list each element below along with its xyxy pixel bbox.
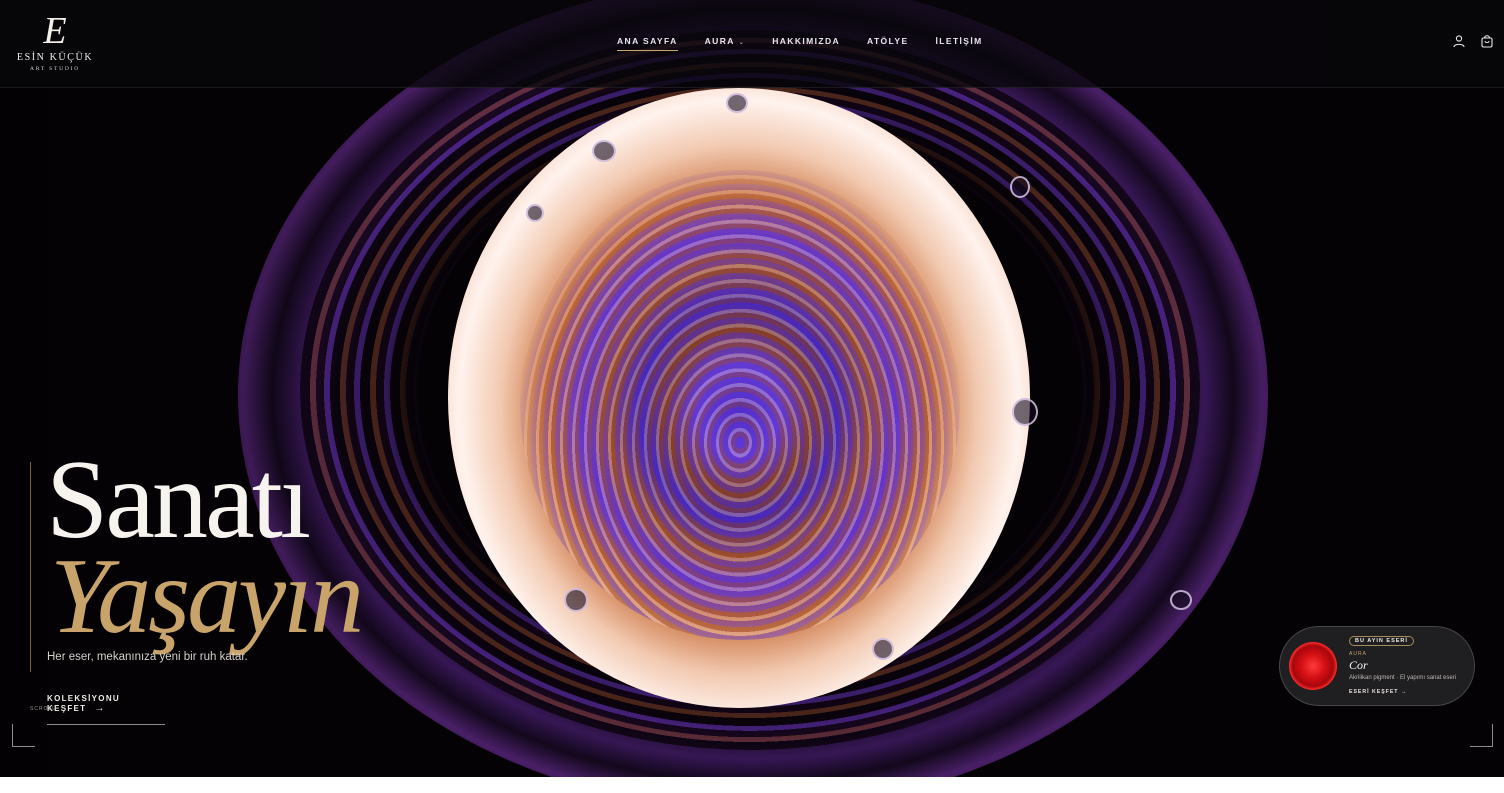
site-header: E ESİN KÜÇÜK ART STUDIO ANA SAYFA AURA ⌄ …	[0, 0, 1504, 88]
featured-badge: BU AYIN ESERİ	[1349, 636, 1414, 646]
logo-mark: E	[43, 10, 67, 52]
nav-label: HAKKIMIZDA	[772, 36, 841, 46]
nav-label: İLETİŞİM	[935, 36, 983, 46]
nav-item-home[interactable]: ANA SAYFA	[617, 36, 678, 51]
nav-label: AURA	[704, 36, 735, 46]
chevron-down-icon: ⌄	[738, 40, 746, 46]
nav-item-contact[interactable]: İLETİŞİM	[936, 36, 983, 51]
hero-subtitle: Her eser, mekanınıza yeni bir ruh katar.	[47, 651, 248, 663]
logo-name: ESİN KÜÇÜK	[16, 52, 94, 63]
user-icon[interactable]	[1452, 34, 1466, 48]
featured-title: Cor	[1349, 658, 1368, 672]
corner-frame-bottom-right	[1470, 724, 1493, 747]
nav-label: ANA SAYFA	[617, 36, 678, 46]
featured-artwork-card[interactable]: BU AYIN ESERİ AURA Cor Akrilikan pigment…	[1279, 626, 1475, 706]
explore-artwork-label: ESERİ KEŞFET	[1349, 689, 1399, 695]
logo-subtitle: ART STUDIO	[29, 66, 81, 72]
nav-item-about[interactable]: HAKKIMIZDA	[772, 36, 840, 51]
hero-title-line2: Yaşayın	[50, 537, 364, 656]
brand-logo[interactable]: E ESİN KÜÇÜK ART STUDIO	[16, 12, 94, 74]
featured-description: Akrilikan pigment · El yapımı sanat eser…	[1349, 675, 1457, 681]
featured-artwork-thumbnail[interactable]	[1289, 642, 1337, 690]
hero-section: Sanatı Yaşayın Her eser, mekanınıza yeni…	[0, 0, 1504, 777]
scroll-indicator: SCROLL	[30, 706, 57, 712]
featured-category: AURA	[1349, 651, 1367, 657]
hero-accent-line	[30, 462, 31, 672]
arrow-right-icon: →	[1400, 689, 1408, 695]
cta-label: KOLEKSİYONU KEŞFET	[47, 694, 120, 713]
corner-frame-bottom-left	[12, 724, 35, 747]
nav-item-studio[interactable]: ATÖLYE	[867, 36, 908, 51]
nav-label: ATÖLYE	[867, 36, 909, 46]
nav-item-aura[interactable]: AURA ⌄	[705, 36, 746, 51]
arrow-right-icon: →	[94, 703, 106, 714]
shopping-bag-icon[interactable]	[1480, 34, 1494, 48]
main-navigation: ANA SAYFA AURA ⌄ HAKKIMIZDA ATÖLYE İLETİŞ…	[617, 36, 1010, 51]
explore-artwork-link[interactable]: ESERİ KEŞFET →	[1349, 689, 1407, 695]
explore-collection-button[interactable]: KOLEKSİYONU KEŞFET →	[47, 694, 165, 725]
